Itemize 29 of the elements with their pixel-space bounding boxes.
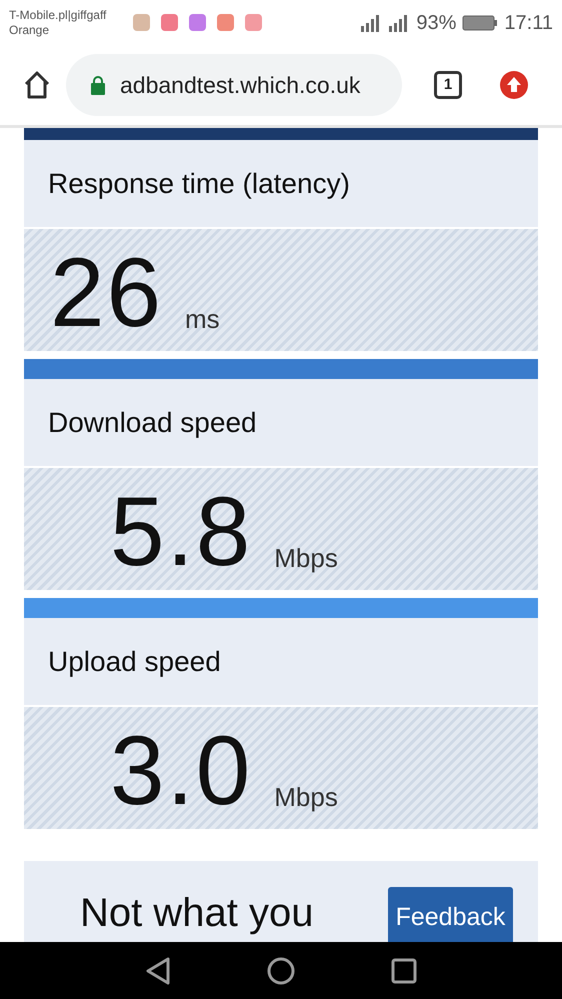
- result-unit: ms: [185, 303, 220, 336]
- result-value: 26: [50, 243, 164, 341]
- address-bar[interactable]: adbandtest.which.co.uk: [66, 54, 402, 116]
- carrier-name: Orange: [9, 22, 50, 38]
- battery-level: 93%: [416, 10, 456, 36]
- notification-icon: [189, 14, 206, 31]
- result-title: Download speed: [48, 406, 257, 440]
- notification-icon: [161, 14, 178, 31]
- feedback-button[interactable]: Feedback: [388, 887, 513, 942]
- card-heading: Not what you: [80, 891, 314, 935]
- carrier-name: T-Mobile.pl|giffgaff: [9, 8, 108, 22]
- battery-icon: [462, 14, 498, 30]
- recents-icon[interactable]: [391, 958, 417, 984]
- home-circle-icon[interactable]: [267, 956, 295, 984]
- home-icon[interactable]: [22, 70, 52, 100]
- result-title: Upload speed: [48, 644, 221, 679]
- tab-count-button[interactable]: 1: [434, 71, 462, 99]
- url-text: adbandtest.which.co.uk: [120, 70, 360, 100]
- back-icon[interactable]: [145, 956, 171, 984]
- lock-icon: [90, 75, 106, 95]
- result-title: Response time (latency): [48, 166, 350, 201]
- clock: 17:11: [504, 10, 553, 36]
- result-value: 3.0: [110, 721, 252, 819]
- result-unit: Mbps: [274, 781, 338, 814]
- result-value: 5.8: [110, 482, 252, 580]
- notification-icon: [245, 14, 262, 31]
- result-unit: Mbps: [274, 542, 338, 575]
- notification-icon: [217, 14, 234, 31]
- notification-icon: [133, 14, 150, 31]
